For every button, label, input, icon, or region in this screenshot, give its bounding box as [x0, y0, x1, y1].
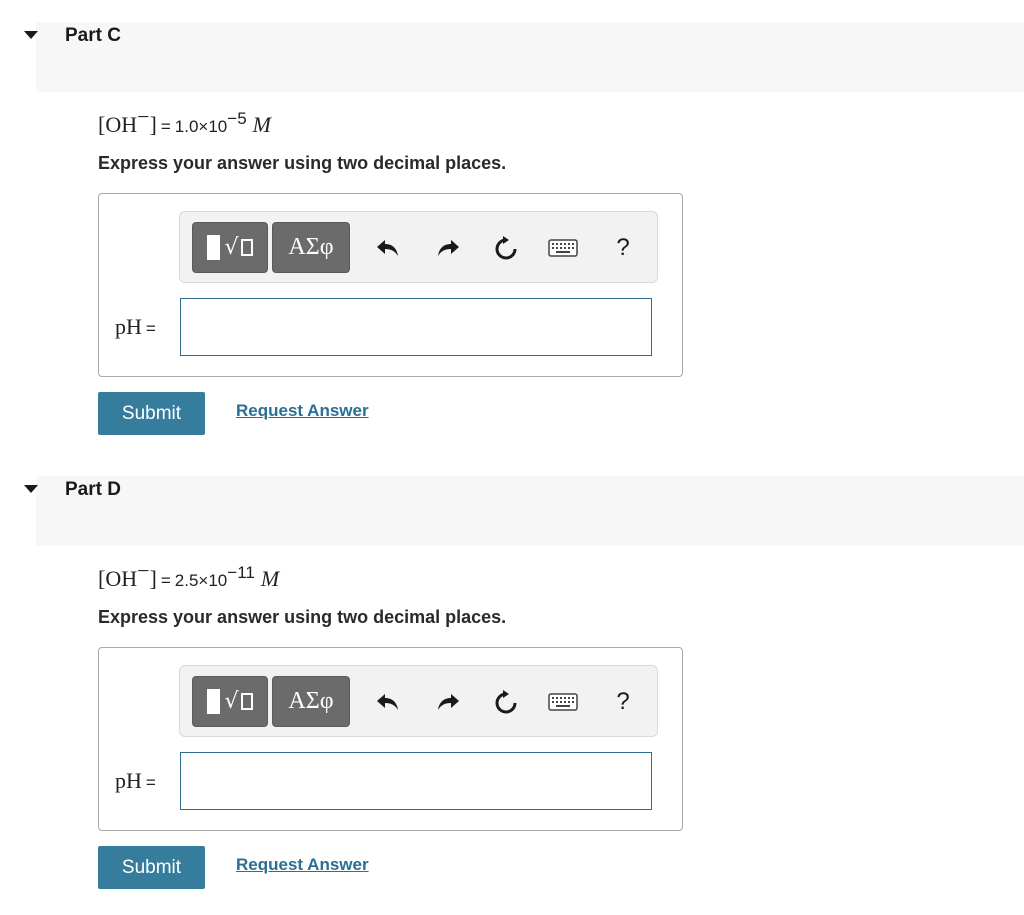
greek-symbols-button[interactable]: ΑΣφ — [272, 676, 350, 727]
charge-superscript: − — [137, 104, 150, 129]
reset-icon[interactable] — [491, 686, 521, 718]
unit-label: M — [252, 112, 271, 137]
ph-equals: = — [145, 773, 156, 792]
concentration-exponent: −5 — [227, 109, 247, 128]
ph-label-text: pH — [115, 768, 142, 793]
part-header[interactable] — [36, 22, 1024, 92]
ph-answer-input[interactable] — [180, 752, 652, 810]
concentration-mantissa: 2.5×10 — [174, 571, 228, 590]
templates-button[interactable]: √ — [192, 676, 268, 727]
keyboard-icon[interactable] — [548, 686, 578, 718]
reset-icon[interactable] — [491, 232, 521, 264]
redo-icon[interactable] — [433, 686, 463, 718]
math-toolbar: √ ΑΣφ ? — [179, 211, 658, 283]
ph-label: pH = — [115, 768, 156, 794]
concentration-exponent: −11 — [227, 563, 255, 582]
part-title[interactable]: Part D — [65, 479, 121, 501]
species-label: [OH — [98, 566, 138, 591]
greek-symbols-button[interactable]: ΑΣφ — [272, 222, 350, 273]
given-concentration: [OH −] = 2.5×10 −11 M — [98, 558, 280, 594]
ph-answer-input[interactable] — [180, 298, 652, 356]
request-answer-link[interactable]: Request Answer — [236, 401, 369, 421]
ph-label-text: pH — [115, 314, 142, 339]
unit-label: M — [260, 566, 280, 591]
request-answer-link[interactable]: Request Answer — [236, 855, 369, 875]
bracket-close: ] — [149, 566, 157, 591]
templates-button[interactable]: √ — [192, 222, 268, 273]
given-concentration: [OH −] = 1.0×10 −5 M — [98, 104, 271, 140]
answer-box: √ ΑΣφ ? pH = — [98, 193, 683, 377]
templates-block-icon — [207, 689, 221, 714]
undo-icon[interactable] — [373, 232, 403, 264]
instruction-text: Express your answer using two decimal pl… — [98, 153, 507, 173]
undo-icon[interactable] — [373, 686, 403, 718]
equals-sign: = — [160, 117, 171, 136]
bracket-close: ] — [149, 112, 157, 137]
keyboard-icon[interactable] — [548, 232, 578, 264]
templates-block-icon — [207, 235, 221, 260]
submit-button[interactable]: Submit — [98, 392, 205, 435]
species-label: [OH — [98, 112, 138, 137]
templates-root-icon: √ — [224, 689, 253, 714]
templates-root-icon: √ — [224, 235, 253, 260]
ph-equals: = — [145, 319, 156, 338]
triangle-down-icon[interactable] — [24, 31, 38, 39]
submit-button[interactable]: Submit — [98, 846, 205, 889]
part-header[interactable] — [36, 476, 1024, 546]
part-title[interactable]: Part C — [65, 25, 121, 47]
concentration-mantissa: 1.0×10 — [174, 117, 228, 136]
help-button[interactable]: ? — [608, 686, 638, 718]
ph-label: pH = — [115, 314, 156, 340]
redo-icon[interactable] — [433, 232, 463, 264]
answer-box: √ ΑΣφ ? pH = — [98, 647, 683, 831]
charge-superscript: − — [137, 558, 150, 583]
instruction-text: Express your answer using two decimal pl… — [98, 607, 507, 627]
equals-sign: = — [160, 571, 171, 590]
math-toolbar: √ ΑΣφ ? — [179, 665, 658, 737]
help-button[interactable]: ? — [608, 232, 638, 264]
triangle-down-icon[interactable] — [24, 485, 38, 493]
